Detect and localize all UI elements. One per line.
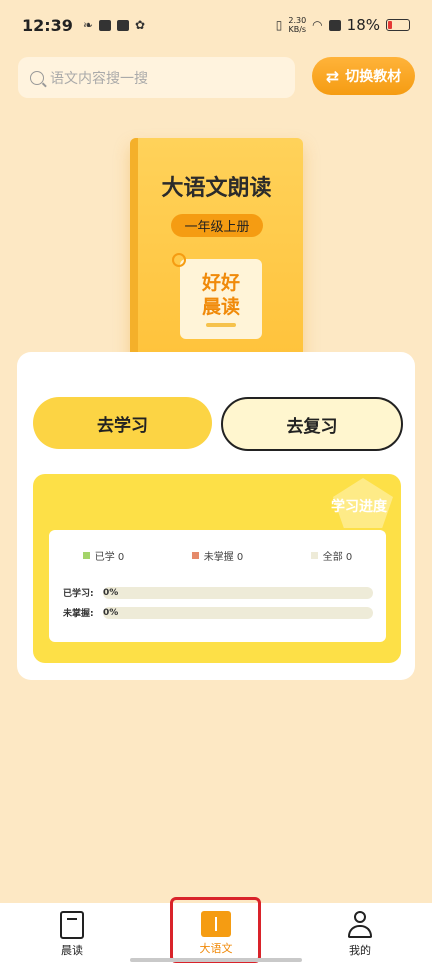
bookmark-icon bbox=[60, 911, 84, 939]
battery-text: 18% bbox=[346, 16, 380, 34]
book-title: 大语文朗读 bbox=[161, 176, 272, 201]
nav-label-mine: 我的 bbox=[349, 944, 371, 957]
status-bar: 12:39 ❧ ✿ ▯ 2.30 KB/s ◠ 18% bbox=[0, 0, 432, 50]
legend-label-total: 全部 0 bbox=[322, 552, 353, 563]
book-card-line1: 好好 bbox=[201, 272, 240, 294]
home-indicator bbox=[130, 958, 302, 962]
book-card-underline bbox=[206, 323, 236, 327]
net-speed-value: 2.30 bbox=[288, 16, 307, 25]
progress-panel: 学习进度 已学 0 未掌握 0 全部 0 已学习: 0% 未掌握: 0% bbox=[33, 474, 401, 663]
search-icon bbox=[30, 70, 44, 85]
progress-legend: 已学 0 未掌握 0 全部 0 bbox=[49, 548, 386, 563]
book-card-line2: 晨读 bbox=[201, 296, 240, 318]
switch-textbook-button[interactable]: ⇄ 切换教材 bbox=[312, 57, 415, 95]
row-value-learned: 0% bbox=[103, 587, 119, 598]
row-label-unmastered: 未掌握: bbox=[63, 609, 94, 619]
go-learn-button[interactable]: 去学习 bbox=[33, 397, 212, 449]
status-left: 12:39 ❧ ✿ bbox=[22, 16, 145, 35]
swap-arrows-icon: ⇄ bbox=[325, 66, 340, 86]
mail-icon bbox=[99, 19, 111, 31]
switch-textbook-label: 切换教材 bbox=[345, 69, 402, 85]
progress-row-learned: 已学习: 0% bbox=[63, 586, 373, 599]
progress-bar-unmastered: 0% bbox=[103, 606, 373, 619]
status-right: ▯ 2.30 KB/s ◠ 18% bbox=[276, 16, 410, 34]
battery-icon bbox=[386, 19, 410, 31]
flower-icon: ✿ bbox=[135, 18, 146, 32]
book-cover-card: 好好 晨读 bbox=[172, 253, 262, 339]
textbook-cover[interactable]: 大语文朗读 一年级上册 好好 晨读 bbox=[130, 138, 303, 369]
row-label-learned: 已学习: bbox=[63, 589, 94, 599]
nav-label-morning-read: 晨读 bbox=[61, 944, 83, 957]
legend-item-total: 全部 0 bbox=[310, 548, 353, 563]
annotation-highlight-box bbox=[170, 897, 261, 963]
wifi-icon: ◠ bbox=[312, 18, 323, 32]
progress-row-unmastered: 未掌握: 0% bbox=[63, 606, 373, 619]
legend-label-unmastered: 未掌握 0 bbox=[203, 552, 244, 563]
legend-swatch-unmastered bbox=[191, 552, 199, 559]
progress-chart: 已学 0 未掌握 0 全部 0 已学习: 0% 未掌握: 0% bbox=[49, 530, 386, 642]
legend-label-learned: 已学 0 bbox=[94, 552, 125, 563]
status-time: 12:39 bbox=[22, 15, 73, 35]
user-icon bbox=[346, 911, 374, 939]
legend-item-learned: 已学 0 bbox=[82, 548, 125, 563]
leaf-icon: ❧ bbox=[82, 18, 93, 32]
ring-icon bbox=[172, 253, 186, 267]
legend-swatch-learned bbox=[82, 552, 90, 559]
row-value-unmastered: 0% bbox=[103, 607, 119, 618]
net-speed-unit: KB/s bbox=[288, 25, 307, 34]
sim-icon bbox=[328, 19, 341, 31]
tiktok-icon bbox=[117, 19, 129, 31]
vibrate-icon: ▯ bbox=[275, 18, 283, 32]
legend-item-unmastered: 未掌握 0 bbox=[191, 548, 244, 563]
nav-item-morning-read[interactable]: 晨读 bbox=[0, 903, 144, 964]
main-card: 去学习 去复习 学习进度 已学 0 未掌握 0 全部 0 已学习: 0% 未掌握… bbox=[17, 352, 415, 680]
net-speed: 2.30 KB/s bbox=[288, 16, 306, 34]
nav-item-mine[interactable]: 我的 bbox=[288, 903, 432, 964]
go-review-button[interactable]: 去复习 bbox=[221, 397, 403, 451]
legend-swatch-total bbox=[310, 552, 318, 559]
search-box[interactable]: 语文内容搜一搜 bbox=[18, 57, 295, 98]
book-grade-badge: 一年级上册 bbox=[171, 214, 263, 237]
search-placeholder: 语文内容搜一搜 bbox=[50, 70, 148, 87]
progress-bar-learned: 0% bbox=[103, 586, 373, 599]
progress-title: 学习进度 bbox=[331, 499, 387, 515]
